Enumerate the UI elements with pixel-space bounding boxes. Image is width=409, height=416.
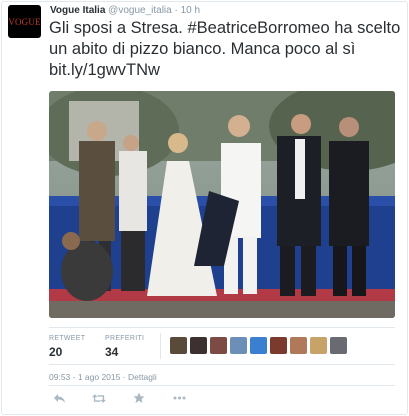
display-name[interactable]: Vogue Italia (50, 5, 105, 16)
favoriter-avatar-6[interactable] (270, 337, 287, 354)
retweet-icon[interactable] (92, 391, 106, 405)
avatar[interactable]: VOGUE (8, 5, 41, 38)
favoriter-avatar-8[interactable] (310, 337, 327, 354)
tweet-datetime: 09:53 - 1 ago 2015 (49, 372, 121, 382)
favoriter-avatar-5[interactable] (250, 337, 267, 354)
tweet-actions (52, 391, 186, 405)
reply-icon[interactable] (52, 391, 66, 405)
divider-top (49, 327, 395, 328)
favoriters-list (170, 337, 347, 354)
favoriter-avatar-4[interactable] (230, 337, 247, 354)
favoriter-avatar-9[interactable] (330, 337, 347, 354)
divider-bottom (49, 385, 395, 386)
divider-middle (49, 364, 395, 365)
avatar-logo-text: VOGUE (8, 16, 41, 27)
stats-separator (160, 333, 161, 359)
favoriter-avatar-1[interactable] (170, 337, 187, 354)
header-separator: · (174, 5, 178, 16)
more-icon[interactable] (172, 391, 186, 405)
tweet-meta: 09:53 - 1 ago 2015 · Dettagli (49, 372, 157, 382)
favorite-stat[interactable]: PREFERITI 34 (105, 334, 144, 359)
favoriter-avatar-7[interactable] (290, 337, 307, 354)
tweet-photo[interactable] (49, 91, 395, 318)
meta-separator: · (122, 372, 126, 382)
details-link[interactable]: Dettagli (128, 372, 157, 382)
tweet-text: Gli sposi a Stresa. #BeatriceBorromeo ha… (49, 19, 401, 79)
favoriter-avatar-2[interactable] (190, 337, 207, 354)
favorite-label: PREFERITI (105, 335, 145, 342)
retweet-stat[interactable]: RETWEET 20 (49, 334, 85, 359)
retweet-count: 20 (49, 345, 63, 359)
favoriter-avatar-3[interactable] (210, 337, 227, 354)
star-icon[interactable] (132, 391, 146, 405)
tweet-timestamp[interactable]: 10 h (181, 5, 200, 16)
tweet-header: Vogue Italia @vogue_italia · 10 h (50, 5, 200, 17)
retweet-label: RETWEET (49, 335, 86, 342)
user-handle[interactable]: @vogue_italia (108, 5, 172, 16)
favorite-count: 34 (105, 345, 119, 359)
